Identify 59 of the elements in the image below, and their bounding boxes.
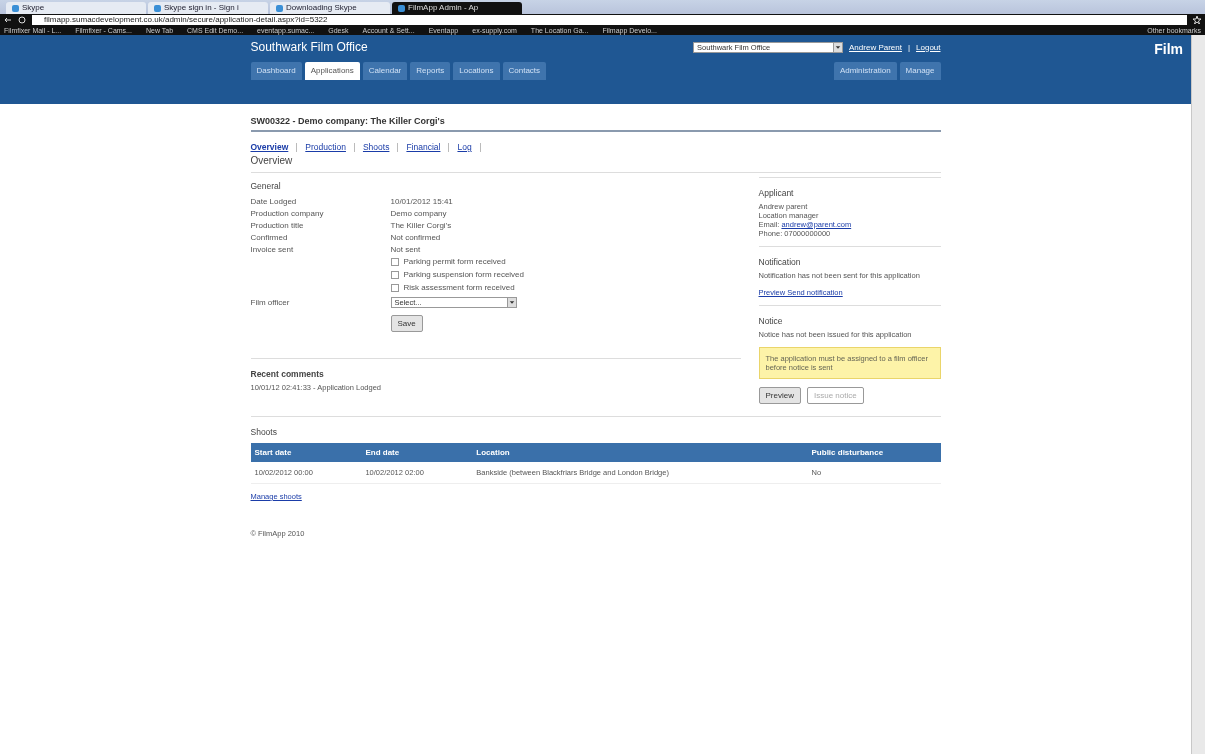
page-title: SW00322 - Demo company: The Killer Corgi's xyxy=(250,110,941,132)
checkbox-label: Risk assessment form received xyxy=(403,283,515,292)
shoots-heading: Shoots xyxy=(250,427,278,437)
column-header: End date xyxy=(361,443,473,462)
field-label: Confirmed xyxy=(250,232,289,242)
section-heading: Overview xyxy=(250,155,294,166)
field-label: Date Lodged xyxy=(250,196,298,206)
field-label: Production company xyxy=(250,208,325,218)
subtab-link[interactable]: Log xyxy=(457,142,472,152)
subtab-link[interactable]: Shoots xyxy=(362,142,390,152)
browser-tab[interactable]: FilmApp Admin - Ap xyxy=(392,2,522,14)
browser-tab[interactable]: Skype sign in - Sign i xyxy=(148,2,268,14)
separator: | xyxy=(907,42,911,52)
checkbox[interactable] xyxy=(390,270,399,279)
nav-tab[interactable]: Locations xyxy=(453,62,500,80)
notice-heading: Notice xyxy=(758,316,784,326)
address-field[interactable]: filmapp.sumacdevelopment.co.uk/admin/secure/application-detail.aspx?id=5322 xyxy=(32,15,1187,25)
back-icon[interactable] xyxy=(4,16,12,24)
nav-tab[interactable]: Calendar xyxy=(362,62,408,80)
browser-tab[interactable]: Skype xyxy=(6,2,146,14)
subtab-link[interactable]: Production xyxy=(305,142,346,152)
general-heading: General xyxy=(250,181,282,191)
column-header: Start date xyxy=(250,443,362,462)
caret-icon xyxy=(833,42,843,52)
field-value: Not sent xyxy=(390,244,421,254)
field-value: The Killer Corgi's xyxy=(390,220,452,230)
nav-tab[interactable]: Dashboard xyxy=(250,62,302,80)
applicant-heading: Applicant xyxy=(758,188,795,198)
nav-tab[interactable]: Applications xyxy=(304,62,360,80)
field-label: Film officer xyxy=(250,297,291,307)
notification-heading: Notification xyxy=(758,257,802,267)
save-button[interactable]: Save xyxy=(390,315,423,332)
checkbox-label: Parking suspension form received xyxy=(403,270,524,279)
checkbox[interactable] xyxy=(390,257,399,266)
nav-tab[interactable]: Manage xyxy=(899,62,941,80)
nav-tab[interactable]: Administration xyxy=(833,62,897,80)
field-value: Not confirmed xyxy=(390,232,441,242)
column-header: Public disturbance xyxy=(807,443,941,462)
subtab-link[interactable]: Overview xyxy=(250,142,289,152)
user-link[interactable]: Andrew Parent xyxy=(849,42,902,52)
subtab-link[interactable]: Financial xyxy=(406,142,441,152)
field-label: Invoice sent xyxy=(250,244,295,254)
logout-link[interactable]: Logout xyxy=(916,42,941,52)
star-icon[interactable] xyxy=(1193,16,1201,24)
checkbox-label: Parking permit form received xyxy=(403,257,506,266)
browser-tab[interactable]: Downloading Skype xyxy=(270,2,390,14)
site-title: Southwark Film Office xyxy=(250,40,369,54)
notice-button[interactable]: Preview xyxy=(758,387,801,404)
caret-icon xyxy=(506,297,516,307)
comments-heading: Recent comments xyxy=(250,369,325,379)
checkbox[interactable] xyxy=(390,283,399,292)
reload-icon[interactable] xyxy=(18,16,26,24)
field-value: Demo company xyxy=(390,208,447,218)
field-value: 10/01/2012 15:41 xyxy=(390,196,453,206)
field-label: Production title xyxy=(250,220,305,230)
nav-tab[interactable]: Reports xyxy=(410,62,451,80)
logo: Film xyxy=(1154,41,1183,57)
nav-tab[interactable]: Contacts xyxy=(502,62,547,80)
column-header: Location xyxy=(472,443,808,462)
